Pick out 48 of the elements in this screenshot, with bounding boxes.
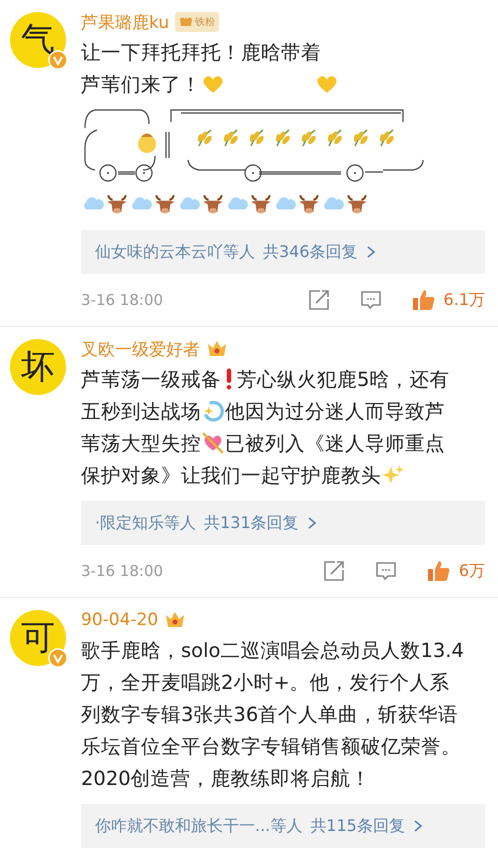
user-name[interactable]: 90-04-20 (81, 610, 158, 630)
comment-text: 保护对象》让我们一起守护鹿教头 (81, 462, 381, 488)
thumbs-up-icon (426, 558, 452, 584)
ox-icon (201, 192, 225, 216)
comment-text: 2020创造营，鹿教练即将启航！ (81, 766, 371, 792)
dizzy-icon (201, 399, 225, 423)
replies-link[interactable]: 你咋就不敢和旅长干一...等人 共115条回复 (81, 804, 485, 848)
crown-icon (206, 339, 228, 359)
comment-text: 五秒到达战场 (81, 398, 201, 424)
chevron-icon (412, 819, 423, 833)
ox-icon (105, 192, 129, 216)
comment-text: 他因为过分迷人而导致芦 (225, 398, 445, 424)
fan-badge: 铁粉 (175, 12, 220, 32)
comment-text: 歌手鹿晗，solo二巡演唱会总动员人数13.4 (81, 638, 464, 664)
exclamation-icon (225, 368, 233, 390)
comment-text: 乐坛首位全平台数字专辑销售额破亿荣誉。 (81, 734, 461, 760)
comment-text: 苇荡大型失控 (81, 430, 201, 456)
user-name[interactable]: 叉欧一级爱好者 (81, 338, 200, 360)
comment-icon[interactable] (374, 559, 398, 583)
ox-icon (249, 192, 273, 216)
crown-icon (164, 610, 186, 630)
chevron-icon (366, 245, 376, 259)
avatar[interactable]: 气 (10, 12, 66, 68)
share-icon[interactable] (306, 288, 331, 312)
user-name[interactable]: 芦果璐鹿ku (81, 10, 170, 34)
comment-text: 芦苇荡一级戒备 (81, 366, 221, 392)
like-button[interactable]: 6.1万 (410, 287, 485, 313)
comment-text: 芦苇们来了！ (81, 72, 201, 98)
share-icon[interactable] (322, 559, 346, 583)
comment-text: 列数字专辑3张共36首个人单曲，斩获华语 (81, 702, 458, 728)
heart-arrow-icon (201, 431, 225, 455)
comment-text: 万，全开麦唱跳2小时+。他，发行个人系 (81, 670, 450, 696)
ox-icon (345, 192, 369, 216)
timestamp: 3-16 18:00 (81, 291, 164, 309)
timestamp: 3-16 18:00 (81, 562, 164, 580)
replies-link[interactable]: 仙女味的云本云吖等人 共346条回复 (81, 230, 485, 274)
thumbs-up-icon (410, 287, 437, 313)
replies-link[interactable]: ·限定知乐等人 共131条回复 (81, 501, 485, 545)
chevron-icon (306, 516, 317, 530)
ox-icon (153, 192, 177, 216)
avatar[interactable]: 坏 (10, 339, 66, 395)
like-button[interactable]: 6万 (426, 558, 485, 584)
ox-icon (297, 192, 321, 216)
comment-text: 让一下拜托拜托！鹿晗带着 (81, 40, 321, 66)
avatar[interactable]: 可 (10, 610, 66, 666)
comment-text: 芳心纵火犯鹿5晗，还有 (237, 366, 450, 392)
comment-text: 已被列入《迷人导师重点 (225, 430, 445, 456)
comment-icon[interactable] (358, 288, 383, 312)
